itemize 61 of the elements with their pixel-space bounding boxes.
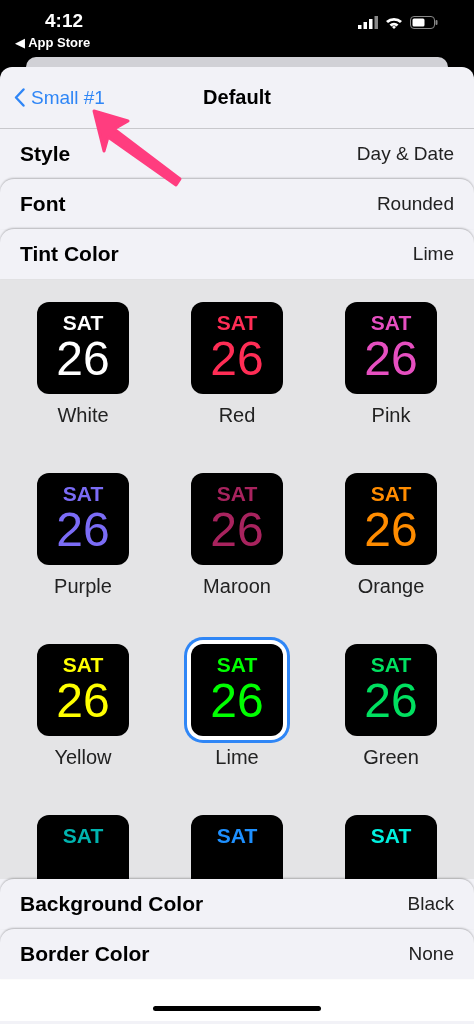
settings-row[interactable]: Font Rounded [0, 179, 474, 229]
setting-label: Border Color [20, 942, 150, 966]
tint-label: Purple [54, 575, 112, 599]
tint-option[interactable]: SAT 26 [345, 473, 437, 565]
date-number: 26 [56, 677, 110, 725]
tint-label: Green [363, 746, 419, 770]
setting-value: Lime [412, 243, 454, 265]
date-number: 26 [364, 506, 418, 554]
setting-label: Style [20, 142, 71, 166]
tint-option[interactable]: SAT 26 [345, 302, 437, 394]
status-time: 4:12 [44, 10, 85, 32]
date-number: 26 [56, 506, 110, 554]
back-to-app-link[interactable]: ◀ App Store [15, 35, 91, 50]
tint-label: Yellow [54, 746, 112, 770]
setting-value: Black [407, 893, 454, 915]
tint-label: Pink [371, 404, 411, 428]
setting-value: Day & Date [356, 143, 454, 165]
day-text: SAT [62, 654, 104, 675]
day-text: SAT [216, 312, 258, 333]
date-number: 26 [210, 335, 264, 383]
nav-title: Default [203, 86, 271, 109]
tint-option[interactable]: SAT [37, 815, 129, 879]
setting-value: Rounded [376, 193, 454, 215]
wifi-icon [385, 15, 403, 29]
day-text: SAT [370, 312, 412, 333]
day-text: SAT [62, 483, 104, 504]
settings-row[interactable]: Background Color Black [0, 879, 474, 929]
setting-label: Background Color [20, 892, 204, 916]
day-text: SAT [62, 312, 104, 333]
tint-label: Orange [357, 575, 425, 599]
tint-option[interactable]: SAT 26 [191, 302, 283, 394]
date-number: 26 [364, 677, 418, 725]
tint-label: White [57, 404, 109, 428]
signal-icon [358, 15, 378, 29]
setting-label: Font [20, 192, 66, 216]
day-text: SAT [62, 825, 104, 846]
day-text: SAT [370, 654, 412, 675]
tint-option[interactable]: SAT 26 [345, 644, 437, 736]
date-number: 26 [210, 506, 264, 554]
day-text: SAT [216, 483, 258, 504]
battery-icon [410, 15, 438, 29]
date-number: 26 [364, 335, 418, 383]
day-text: SAT [216, 654, 258, 675]
date-number: 26 [210, 677, 264, 725]
day-text: SAT [216, 825, 258, 846]
settings-row[interactable]: Border Color None [0, 929, 474, 979]
tint-option[interactable]: SAT [345, 815, 437, 879]
setting-label: Tint Color [20, 242, 119, 266]
day-text: SAT [370, 825, 412, 846]
tint-option[interactable]: SAT 26 [37, 644, 129, 736]
tint-option[interactable]: SAT 26 [37, 473, 129, 565]
tint-label: Lime [215, 746, 259, 770]
setting-value: None [408, 943, 454, 965]
day-text: SAT [370, 483, 412, 504]
date-number: 26 [56, 335, 110, 383]
tint-option[interactable]: SAT [191, 815, 283, 879]
tint-option[interactable]: SAT 26 [37, 302, 129, 394]
tint-label: Red [218, 404, 256, 428]
tint-label: Maroon [203, 575, 271, 599]
chevron-left-icon [14, 88, 25, 107]
settings-row[interactable]: Tint Color Lime [0, 229, 474, 279]
